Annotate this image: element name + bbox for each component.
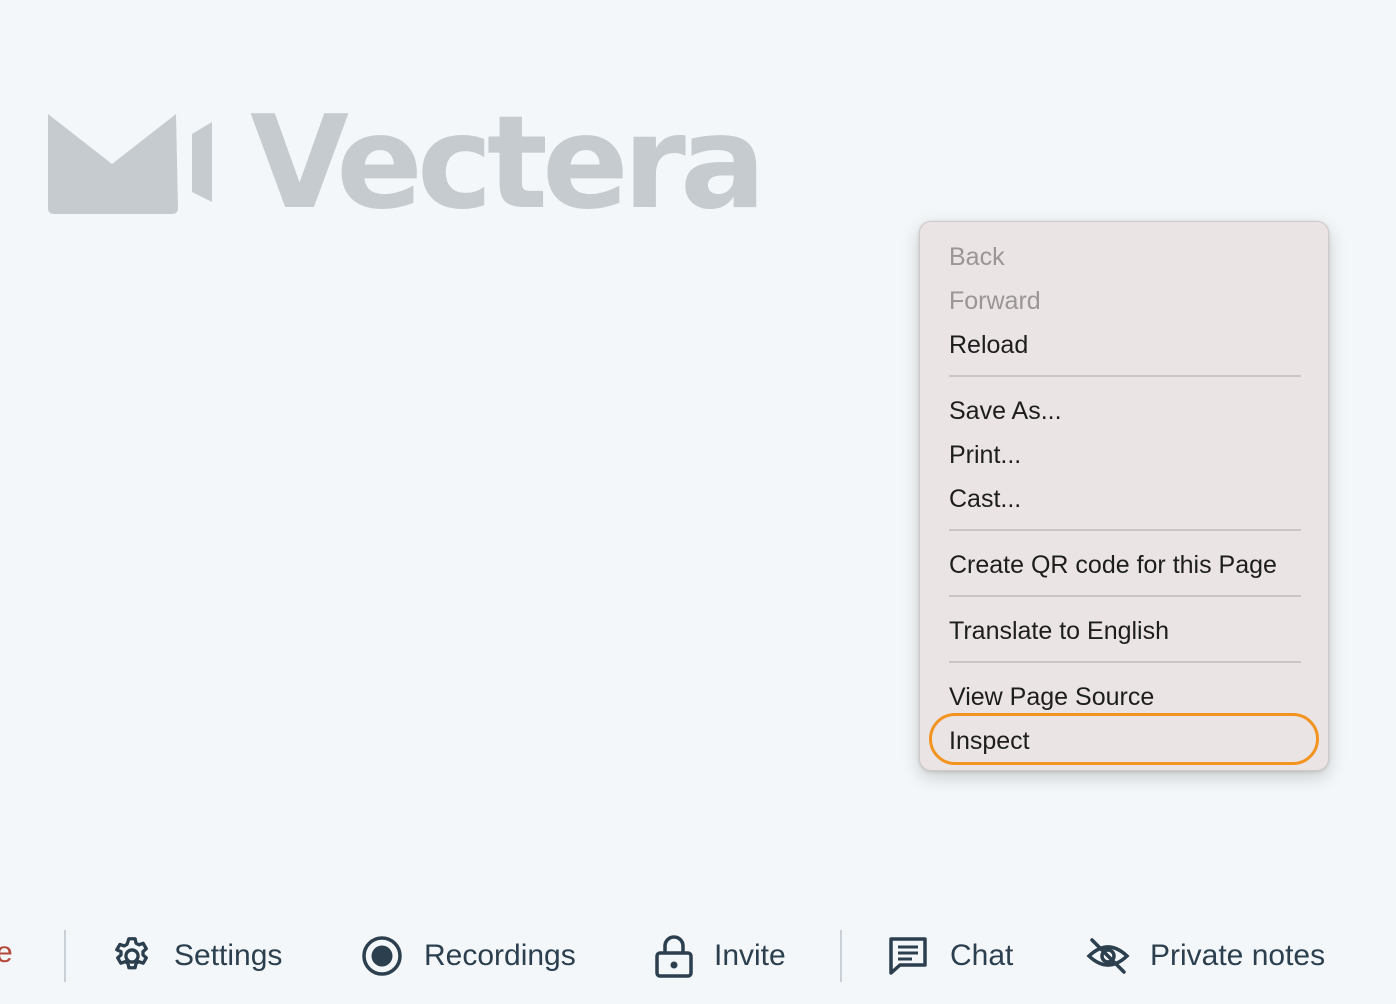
menu-separator [949,595,1301,597]
menu-item-reload[interactable]: Reload [949,333,1028,358]
private-notes-button[interactable]: Private notes [1086,924,1325,988]
menu-item-save-as[interactable]: Save As... [949,399,1062,424]
menu-item-inspect[interactable]: Inspect [949,729,1030,754]
settings-button[interactable]: Settings [110,924,282,988]
toolbar-divider [840,930,842,982]
menu-separator [949,375,1301,377]
recordings-button[interactable]: Recordings [360,924,576,988]
context-menu: Back Forward Reload Save As... Print... … [919,221,1329,771]
menu-separator [949,529,1301,531]
logo-wordmark: Vectera [250,89,766,238]
invite-label: Invite [714,939,786,972]
chat-icon [889,937,927,975]
vectera-logo: Vectera [46,100,766,228]
lock-icon [655,935,693,978]
record-icon [362,936,402,976]
chat-label: Chat [950,939,1014,972]
gear-icon [115,937,148,970]
camera-logo-icon [48,114,212,214]
truncated-toolbar-label[interactable]: e [0,938,13,968]
bottom-toolbar: e Settings Recordings Invite Chat Privat… [0,924,1396,988]
menu-item-translate[interactable]: Translate to English [949,619,1169,644]
private-notes-label: Private notes [1150,939,1326,972]
menu-item-forward[interactable]: Forward [949,289,1041,314]
menu-item-create-qr-code[interactable]: Create QR code for this Page [949,553,1277,578]
menu-item-print[interactable]: Print... [949,443,1021,468]
chat-button[interactable]: Chat [886,924,1013,988]
menu-item-back[interactable]: Back [949,245,1005,270]
invite-button[interactable]: Invite [654,924,786,988]
menu-item-cast[interactable]: Cast... [949,487,1021,512]
menu-separator [949,661,1301,663]
menu-item-view-page-source[interactable]: View Page Source [949,685,1154,710]
toolbar-divider [64,930,66,982]
page: Vectera Back Forward Reload Save As... P… [0,0,1396,1004]
recordings-label: Recordings [424,939,576,972]
settings-label: Settings [174,939,283,972]
eye-off-icon [1086,938,1130,974]
